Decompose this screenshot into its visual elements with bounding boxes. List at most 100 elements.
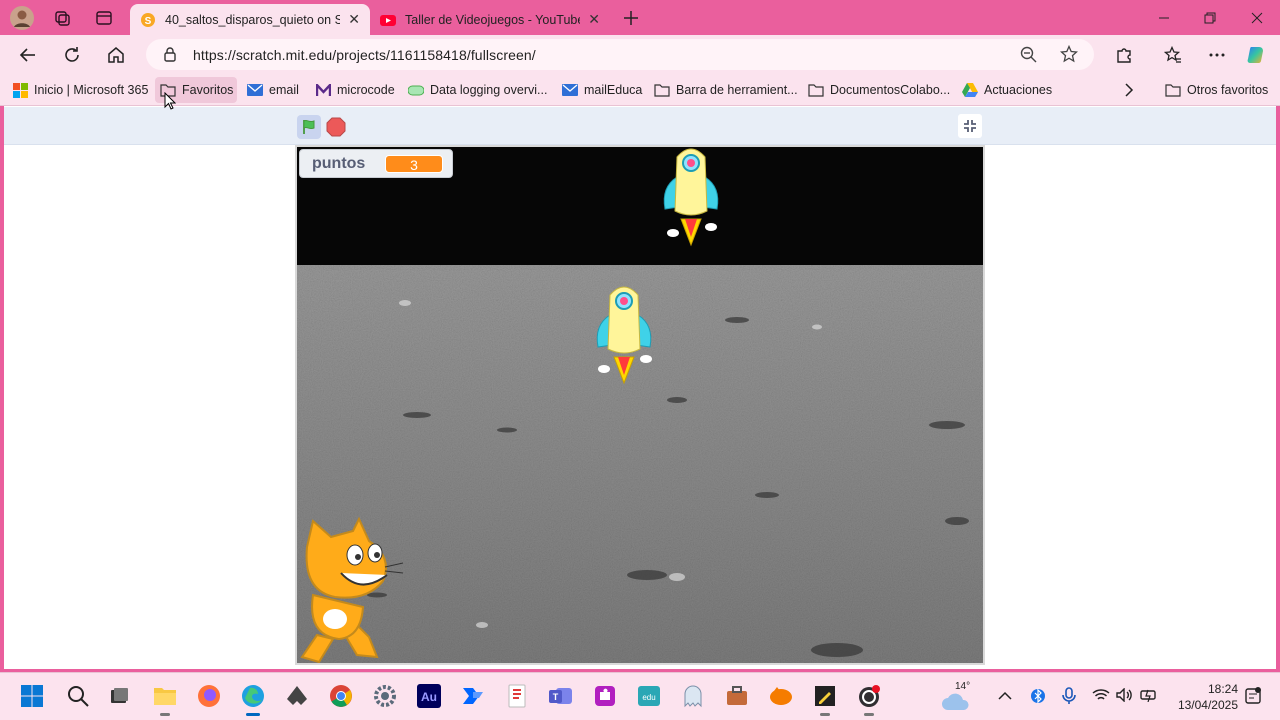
rocket-sprite-top (663, 148, 719, 247)
windows-start-icon[interactable] (19, 683, 45, 709)
favorite-microsoft-365[interactable]: Inicio | Microsoft 365 (7, 77, 153, 103)
scratch-icon: S (140, 12, 156, 28)
close-tab-icon[interactable]: ✕ (348, 11, 360, 28)
folder-icon (808, 82, 824, 98)
tab-strip: S 40_saltos_disparos_quieto on Scratch ✕… (0, 0, 1280, 35)
obs-icon[interactable] (856, 683, 882, 716)
clock-date: 13/04/2025 (1177, 698, 1238, 712)
edu-app-icon[interactable]: edu (636, 683, 662, 709)
search-icon[interactable] (65, 683, 91, 709)
firefox-icon[interactable] (196, 683, 222, 709)
close-window-icon[interactable] (1234, 0, 1280, 35)
toolbox-app-icon[interactable] (724, 683, 750, 709)
scratch-cat-sprite (300, 517, 404, 663)
forms-icon[interactable] (504, 683, 530, 709)
svg-text:S: S (145, 16, 152, 27)
mail-icon (562, 82, 578, 98)
power-automate-icon[interactable] (460, 683, 486, 709)
favorites-bar: Inicio | Microsoft 365 Favoritos email m… (0, 74, 1280, 106)
favorite-maileduca[interactable]: mailEduca (557, 77, 647, 103)
youtube-icon (380, 12, 396, 28)
lock-icon[interactable] (163, 47, 177, 67)
copilot-icon[interactable] (1243, 41, 1271, 69)
favorites-list-icon[interactable] (1159, 41, 1187, 69)
ghost-app-icon[interactable] (680, 683, 706, 709)
volume-icon[interactable] (1116, 687, 1134, 705)
favorite-email[interactable]: email (242, 77, 304, 103)
favorite-documentos[interactable]: DocumentosColabo... (803, 77, 955, 103)
windows-taskbar: Au T edu 14° 18:24 13/04/2025 (0, 672, 1280, 720)
new-tab-icon[interactable] (620, 7, 642, 29)
show-hidden-icons-chevron-icon[interactable] (998, 689, 1012, 704)
stop-icon[interactable] (326, 117, 346, 137)
weather-widget[interactable]: 14° (940, 681, 974, 715)
battery-icon[interactable] (1140, 688, 1158, 705)
browser-toolbar: https://scratch.mit.edu/projects/1161158… (0, 35, 1280, 74)
svg-text:T: T (553, 692, 559, 702)
other-favorites-label: Otros favoritos (1187, 83, 1269, 97)
pen-app-icon[interactable] (812, 683, 838, 716)
wifi-icon[interactable] (1092, 688, 1110, 705)
puzzle-app-icon[interactable] (592, 683, 618, 709)
inkscape-icon[interactable] (284, 683, 310, 709)
minimize-icon[interactable] (1141, 0, 1187, 35)
favorite-label: Actuaciones (984, 83, 1053, 97)
clock-time: 18:24 (1207, 682, 1238, 696)
home-icon[interactable] (102, 41, 130, 69)
tab-youtube[interactable]: Taller de Videojuegos - YouTube ✕ (370, 4, 610, 35)
workspaces-icon[interactable] (51, 7, 73, 29)
notifications-icon[interactable] (1245, 687, 1261, 708)
address-bar[interactable]: https://scratch.mit.edu/projects/1161158… (146, 39, 1094, 70)
page-content: puntos 3 (4, 106, 1276, 669)
tab-title: Taller de Videojuegos - YouTube (405, 12, 581, 27)
green-flag-icon[interactable] (297, 115, 321, 139)
other-favorites[interactable]: Otros favoritos (1160, 77, 1273, 103)
close-tab-icon[interactable]: ✕ (588, 11, 600, 28)
favorite-barra-herramientas[interactable]: Barra de herramient... (649, 77, 803, 103)
profile-avatar[interactable] (9, 5, 35, 31)
favorites-overflow-chevron-icon[interactable] (1118, 77, 1140, 103)
variable-monitor-value: 3 (385, 155, 443, 173)
folder-icon (1165, 82, 1181, 98)
scratch-app-icon[interactable] (768, 683, 794, 709)
variable-monitor: puntos 3 (299, 149, 453, 178)
favorite-label: microcode (337, 83, 395, 97)
favorite-label: email (269, 83, 299, 97)
back-icon[interactable] (14, 41, 42, 69)
audition-icon[interactable]: Au (416, 683, 442, 709)
favorite-label: Barra de herramient... (676, 83, 798, 97)
scratch-stage[interactable]: puntos 3 (295, 145, 985, 665)
favorite-actuaciones[interactable]: Actuaciones (957, 77, 1057, 103)
restore-icon[interactable] (1187, 0, 1233, 35)
chrome-icon[interactable] (328, 683, 354, 709)
favorite-microcode[interactable]: microcode (310, 77, 400, 103)
cloud-icon (408, 82, 424, 98)
file-explorer-icon[interactable] (152, 683, 178, 716)
bluetooth-icon[interactable] (1031, 687, 1045, 708)
edge-icon[interactable] (240, 683, 266, 716)
microcode-icon (315, 82, 331, 98)
variable-monitor-label: puntos (312, 154, 366, 172)
cloud-icon (942, 693, 969, 710)
microphone-icon[interactable] (1062, 687, 1076, 708)
system-clock[interactable]: 18:24 13/04/2025 (1168, 681, 1238, 713)
extensions-icon[interactable] (1110, 41, 1138, 69)
scratch-fullscreen-header (4, 107, 1276, 145)
favorite-data-logging[interactable]: Data logging overvi... (403, 77, 552, 103)
tab-title: 40_saltos_disparos_quieto on Scratch (165, 12, 341, 27)
vertical-tabs-icon[interactable] (93, 7, 115, 29)
task-view-icon[interactable] (106, 683, 132, 709)
more-menu-icon[interactable] (1203, 41, 1231, 69)
microsoft-icon (12, 82, 28, 98)
settings-gear-icon[interactable] (372, 683, 398, 709)
drive-icon (962, 82, 978, 98)
tab-scratch[interactable]: S 40_saltos_disparos_quieto on Scratch ✕ (130, 4, 370, 35)
exit-fullscreen-icon[interactable] (958, 114, 982, 138)
favorite-star-icon[interactable] (1059, 44, 1079, 68)
favorite-label: DocumentosColabo... (830, 83, 951, 97)
teams-icon[interactable]: T (548, 683, 574, 709)
folder-icon (654, 82, 670, 98)
zoom-out-icon[interactable] (1020, 46, 1037, 68)
reload-icon[interactable] (58, 41, 86, 69)
mail-icon (247, 82, 263, 98)
